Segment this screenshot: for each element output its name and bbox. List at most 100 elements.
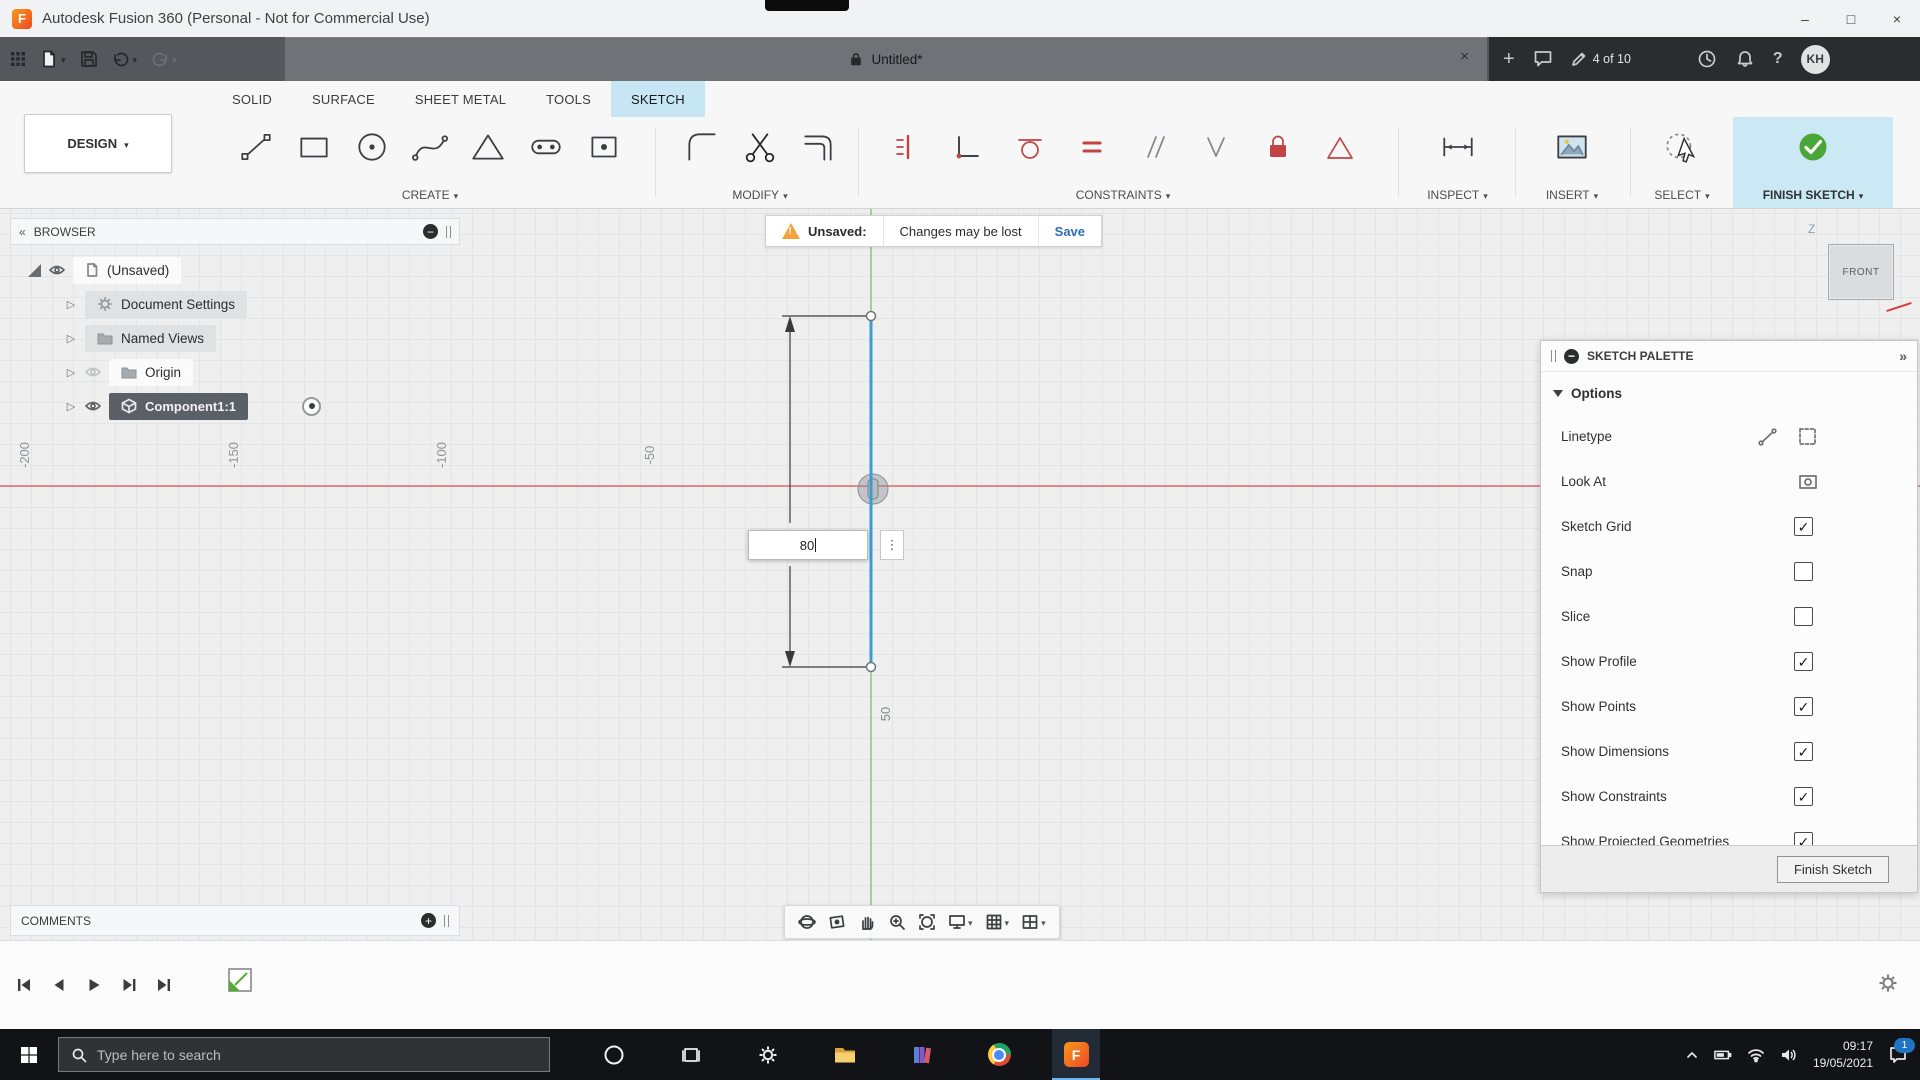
show-profile-checkbox[interactable] (1794, 652, 1813, 671)
construction-line-icon[interactable] (1797, 426, 1819, 448)
rectangle-tool-button[interactable] (294, 124, 334, 170)
close-button[interactable]: × (1874, 0, 1920, 37)
tree-row-origin[interactable]: Origin (10, 355, 460, 389)
tree-row-named-views[interactable]: Named Views (10, 321, 460, 355)
file-menu-button[interactable] (40, 50, 66, 68)
expand-chevron-icon[interactable] (65, 298, 77, 311)
help-icon[interactable]: ? (1773, 50, 1783, 68)
file-explorer-button[interactable] (821, 1029, 869, 1080)
winrar-button[interactable] (898, 1029, 946, 1080)
select-tool-button[interactable] (1662, 124, 1702, 170)
midpoint-constraint-button[interactable] (1320, 124, 1360, 170)
document-root-item[interactable]: (Unsaved) (73, 257, 181, 284)
eye-icon[interactable] (49, 262, 65, 278)
taskbar-search[interactable]: Type here to search (58, 1037, 550, 1072)
insert-image-button[interactable] (1552, 124, 1592, 170)
panel-grip-handle[interactable] (444, 915, 449, 927)
look-at-icon[interactable] (1797, 471, 1819, 493)
trim-tool-button[interactable] (740, 124, 780, 170)
offset-tool-button[interactable] (798, 124, 838, 170)
save-button[interactable] (80, 50, 98, 68)
root-expand-icon[interactable] (28, 264, 41, 277)
measure-tool-button[interactable] (1438, 124, 1478, 170)
tray-expand-chevron-icon[interactable] (1685, 1048, 1699, 1062)
look-at-button[interactable] (825, 913, 849, 931)
document-counter[interactable]: 4 of 10 (1571, 51, 1631, 67)
pan-button[interactable] (855, 913, 879, 931)
document-tab[interactable]: Untitled* × (285, 37, 1487, 81)
viewcube-front-face[interactable]: FRONT (1828, 244, 1894, 300)
timeline-settings-gear-icon[interactable] (1878, 973, 1898, 993)
parallel-constraint-button[interactable] (1134, 124, 1174, 170)
step-back-button[interactable] (49, 975, 69, 995)
spline-tool-button[interactable] (410, 124, 450, 170)
app-grid-button[interactable] (10, 51, 26, 67)
step-forward-button[interactable] (119, 975, 139, 995)
minimize-button[interactable]: – (1782, 0, 1828, 37)
show-constraints-checkbox[interactable] (1794, 787, 1813, 806)
expand-chevron-icon[interactable] (65, 332, 77, 345)
cortana-button[interactable] (590, 1029, 638, 1080)
horizontal-vertical-constraint-button[interactable] (886, 124, 926, 170)
polygon-tool-button[interactable] (468, 124, 508, 170)
sketch-point-bottom[interactable] (867, 663, 876, 672)
inspect-group-label[interactable]: INSPECT (1405, 188, 1510, 202)
fix-constraint-button[interactable] (1258, 124, 1298, 170)
origin-widget[interactable] (858, 474, 888, 504)
start-button[interactable] (0, 1029, 58, 1080)
circle-tool-button[interactable] (352, 124, 392, 170)
constraints-group-label[interactable]: CONSTRAINTS (868, 188, 1378, 202)
browser-header[interactable]: BROWSER − (10, 218, 460, 245)
named-views-item[interactable]: Named Views (85, 325, 216, 352)
tree-row-component[interactable]: Component1:1 (10, 389, 460, 423)
chrome-button[interactable] (975, 1029, 1023, 1080)
document-settings-item[interactable]: Document Settings (85, 291, 247, 318)
sketch-palette-header[interactable]: − SKETCH PALETTE (1541, 341, 1917, 372)
expand-panel-icon[interactable] (1899, 348, 1907, 364)
tab-tools[interactable]: TOOLS (526, 81, 611, 117)
fusion-360-taskbar-button[interactable]: F (1052, 1029, 1100, 1080)
origin-item[interactable]: Origin (109, 359, 193, 386)
tab-close-icon[interactable]: × (1460, 49, 1469, 64)
finish-sketch-footer-button[interactable]: Finish Sketch (1777, 856, 1889, 883)
tree-row-root[interactable]: (Unsaved) (10, 253, 460, 287)
tab-sketch[interactable]: SKETCH (611, 81, 705, 117)
finish-sketch-group[interactable]: FINISH SKETCH (1733, 117, 1893, 208)
activate-component-radio[interactable] (302, 397, 321, 416)
equal-constraint-button[interactable] (1072, 124, 1112, 170)
sketch-feature-marker[interactable] (225, 965, 255, 995)
show-points-checkbox[interactable] (1794, 697, 1813, 716)
tangent-constraint-button[interactable] (1010, 124, 1050, 170)
tab-surface[interactable]: SURFACE (292, 81, 395, 117)
viewports-button[interactable] (1018, 913, 1049, 931)
fillet-tool-button[interactable] (682, 124, 722, 170)
options-section-header[interactable]: Options (1541, 372, 1917, 414)
coincident-constraint-button[interactable] (948, 124, 988, 170)
snap-checkbox[interactable] (1794, 562, 1813, 581)
finish-sketch-label[interactable]: FINISH SKETCH (1733, 188, 1893, 202)
settings-app-button[interactable] (744, 1029, 792, 1080)
zoom-button[interactable] (885, 913, 909, 931)
sketch-grid-checkbox[interactable] (1794, 517, 1813, 536)
component-item-selected[interactable]: Component1:1 (109, 393, 248, 420)
slice-checkbox[interactable] (1794, 607, 1813, 626)
eye-icon[interactable] (85, 398, 101, 414)
perpendicular-constraint-button[interactable] (1196, 124, 1236, 170)
volume-icon[interactable] (1780, 1046, 1798, 1064)
new-document-tab-button[interactable]: + (1503, 49, 1515, 69)
eye-hidden-icon[interactable] (85, 364, 101, 380)
notifications-bell-icon[interactable] (1735, 49, 1755, 69)
network-icon[interactable] (1747, 1046, 1765, 1064)
task-view-button[interactable] (667, 1029, 715, 1080)
display-settings-button[interactable] (945, 913, 976, 931)
dimension-value-input[interactable]: 80 (748, 530, 868, 560)
slot-tool-button[interactable] (526, 124, 566, 170)
save-link[interactable]: Save (1038, 216, 1101, 246)
fit-button[interactable] (915, 913, 939, 931)
orbit-button[interactable] (795, 913, 819, 931)
go-to-end-button[interactable] (154, 975, 174, 995)
tab-sheet-metal[interactable]: SHEET METAL (395, 81, 526, 117)
modify-group-label[interactable]: MODIFY (665, 188, 855, 202)
create-group-label[interactable]: CREATE (215, 188, 645, 202)
insert-group-label[interactable]: INSERT (1522, 188, 1622, 202)
